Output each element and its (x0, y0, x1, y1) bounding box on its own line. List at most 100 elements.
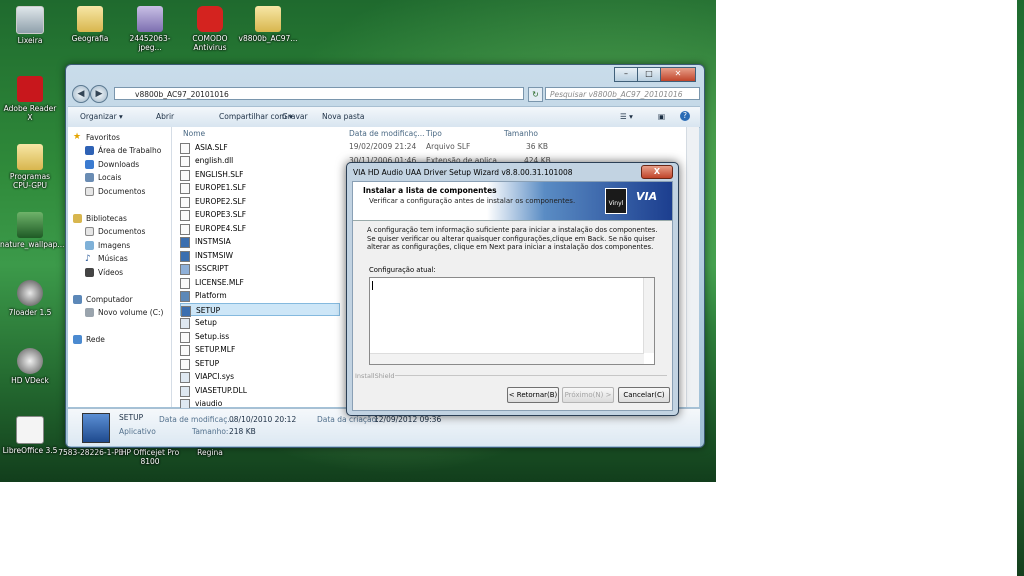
nav-videos[interactable]: Vídeos (85, 268, 123, 277)
nav-places[interactable]: Locais (85, 173, 121, 182)
nav-documents[interactable]: Documentos (85, 187, 145, 196)
desktop-icon-jpeg[interactable]: 24452063-jpeg... (120, 6, 180, 52)
next-button[interactable]: Próximo(N) > (562, 387, 614, 403)
footer-divider (395, 375, 667, 376)
file-list-scrollbar[interactable] (686, 127, 699, 407)
close-button[interactable]: ✕ (660, 67, 696, 82)
file-row[interactable]: INSTMSIW (180, 249, 340, 262)
desktop-background: Lixeira Geografia 24452063-jpeg... COMOD… (0, 0, 716, 482)
computer-icon (73, 295, 82, 304)
burn-button[interactable]: Gravar (282, 112, 308, 121)
nav-favorites[interactable]: ★ Favoritos (73, 132, 120, 142)
nav-libraries[interactable]: Bibliotecas (73, 214, 127, 223)
desktop-icon-libreoffice[interactable]: LibreOffice 3.5 (0, 416, 60, 455)
desktop-icon-label: HP Officejet Pro 8100 (120, 448, 180, 466)
dialog-close-button[interactable]: X (641, 165, 673, 179)
file-row[interactable]: english.dll (180, 154, 340, 167)
desktop-icon-pb[interactable]: 7583-28226-1-PB (56, 448, 126, 457)
maximize-button[interactable]: □ (637, 67, 661, 82)
nav-desktop[interactable]: Área de Trabalho (85, 146, 161, 155)
file-size: 36 KB (526, 142, 548, 151)
nav-network[interactable]: Rede (73, 335, 105, 344)
address-bar[interactable]: v8800b_AC97_20101016 (114, 87, 524, 100)
column-header-type[interactable]: Tipo (426, 129, 442, 138)
nav-label: Bibliotecas (86, 214, 127, 223)
desktop-icon-comodo[interactable]: COMODO Antivirus (180, 6, 240, 52)
current-config-textbox[interactable] (369, 277, 655, 365)
desktop-icon-geografia[interactable]: Geografia (60, 6, 120, 43)
file-row[interactable]: VIAPCI.sys (180, 370, 340, 383)
adobe-reader-icon (17, 76, 43, 102)
desktop-icon-programas[interactable]: Programas CPU-GPU (0, 144, 60, 190)
nav-label: Rede (86, 335, 105, 344)
script-icon (180, 264, 190, 275)
search-placeholder: Pesquisar v8800b_AC97_20101016 (550, 90, 683, 99)
download-icon (85, 160, 94, 169)
desktop-icon-hd-vdeck[interactable]: HD VDeck (0, 348, 60, 385)
file-row[interactable]: ASIA.SLF (180, 141, 340, 154)
video-icon (85, 268, 94, 277)
nav-label: Favoritos (86, 133, 120, 142)
column-header-name[interactable]: Nome (183, 129, 205, 138)
setup-wizard-dialog[interactable]: VIA HD Audio UAA Driver Setup Wizard v8.… (346, 162, 679, 416)
organize-button[interactable]: Organizar ▾ (80, 112, 123, 121)
file-row[interactable]: ISSCRIPT (180, 262, 340, 275)
file-row[interactable]: SETUP.MLF (180, 343, 340, 356)
nav-images[interactable]: Imagens (85, 241, 130, 250)
desktop-icon-hp-officejet[interactable]: HP Officejet Pro 8100 (120, 448, 180, 466)
preview-pane-icon[interactable]: ▣ (658, 112, 665, 121)
desktop-icon-nature-wallpaper[interactable]: nature_wallpap... (0, 212, 65, 249)
document-icon (85, 227, 94, 236)
file-row[interactable]: EUROPE2.SLF (180, 195, 340, 208)
nav-music[interactable]: ♪ Músicas (85, 254, 128, 264)
desktop-icon-v8800b[interactable]: v8800b_AC97... (238, 6, 298, 43)
library-icon (73, 214, 82, 223)
search-input[interactable]: Pesquisar v8800b_AC97_20101016 (545, 87, 700, 100)
nav-downloads[interactable]: Downloads (85, 160, 139, 169)
file-row[interactable]: EUROPE1.SLF (180, 181, 340, 194)
view-options-icon[interactable]: ☰ ▾ (620, 112, 633, 121)
file-row-selected[interactable]: SETUP (180, 303, 340, 317)
desktop-icon-adobe-reader[interactable]: Adobe Reader X (0, 76, 60, 122)
file-row[interactable]: ENGLISH.SLF (180, 168, 340, 181)
nav-volume-c[interactable]: Novo volume (C:) (85, 308, 164, 317)
file-row[interactable]: Setup (180, 316, 340, 329)
nav-label: Novo volume (C:) (98, 308, 164, 317)
file-row[interactable]: INSTMSIA (180, 235, 340, 248)
file-icon (180, 224, 190, 235)
nav-computer[interactable]: Computador (73, 295, 133, 304)
file-row[interactable]: Platform (180, 289, 340, 302)
nav-lib-documents[interactable]: Documentos (85, 227, 145, 236)
desktop-icon (85, 146, 94, 155)
forward-button[interactable]: ▶ (90, 85, 108, 103)
file-date: 19/02/2009 21:24 (349, 142, 417, 151)
cancel-button[interactable]: Cancelar(C) (618, 387, 670, 403)
desktop-icon-label: 7583-28226-1-PB (58, 448, 124, 457)
desktop-icon-recycle-bin[interactable]: Lixeira (0, 6, 60, 45)
platform-icon (180, 291, 190, 302)
file-row[interactable]: SETUP (180, 357, 340, 370)
back-button[interactable]: < Retornar(B) (507, 387, 559, 403)
minimize-button[interactable]: – (614, 67, 638, 82)
file-name: ENGLISH.SLF (195, 170, 244, 179)
file-icon (180, 278, 190, 289)
column-header-date[interactable]: Data de modificaç... (349, 129, 425, 138)
desktop-icon-regina[interactable]: Regina (180, 448, 240, 457)
open-button[interactable]: Abrir (156, 112, 174, 121)
file-row[interactable]: EUROPE4.SLF (180, 222, 340, 235)
column-header-size[interactable]: Tamanho (504, 129, 538, 138)
help-icon[interactable]: ? (680, 111, 690, 121)
desktop-icon-7loader[interactable]: 7loader 1.5 (0, 280, 60, 317)
file-row[interactable]: Setup.iss (180, 330, 340, 343)
config-horizontal-scrollbar[interactable] (370, 353, 644, 364)
back-button[interactable]: ◀ (72, 85, 90, 103)
refresh-icon[interactable]: ↻ (528, 87, 543, 102)
details-created: 12/09/2012 09:36 (374, 415, 442, 424)
new-folder-button[interactable]: Nova pasta (322, 112, 364, 121)
dll-file-icon (180, 156, 190, 167)
details-name: SETUP (119, 413, 144, 422)
config-vertical-scrollbar[interactable] (643, 278, 654, 353)
file-row[interactable]: VIASETUP.DLL (180, 384, 340, 397)
file-row[interactable]: LICENSE.MLF (180, 276, 340, 289)
file-row[interactable]: EUROPE3.SLF (180, 208, 340, 221)
